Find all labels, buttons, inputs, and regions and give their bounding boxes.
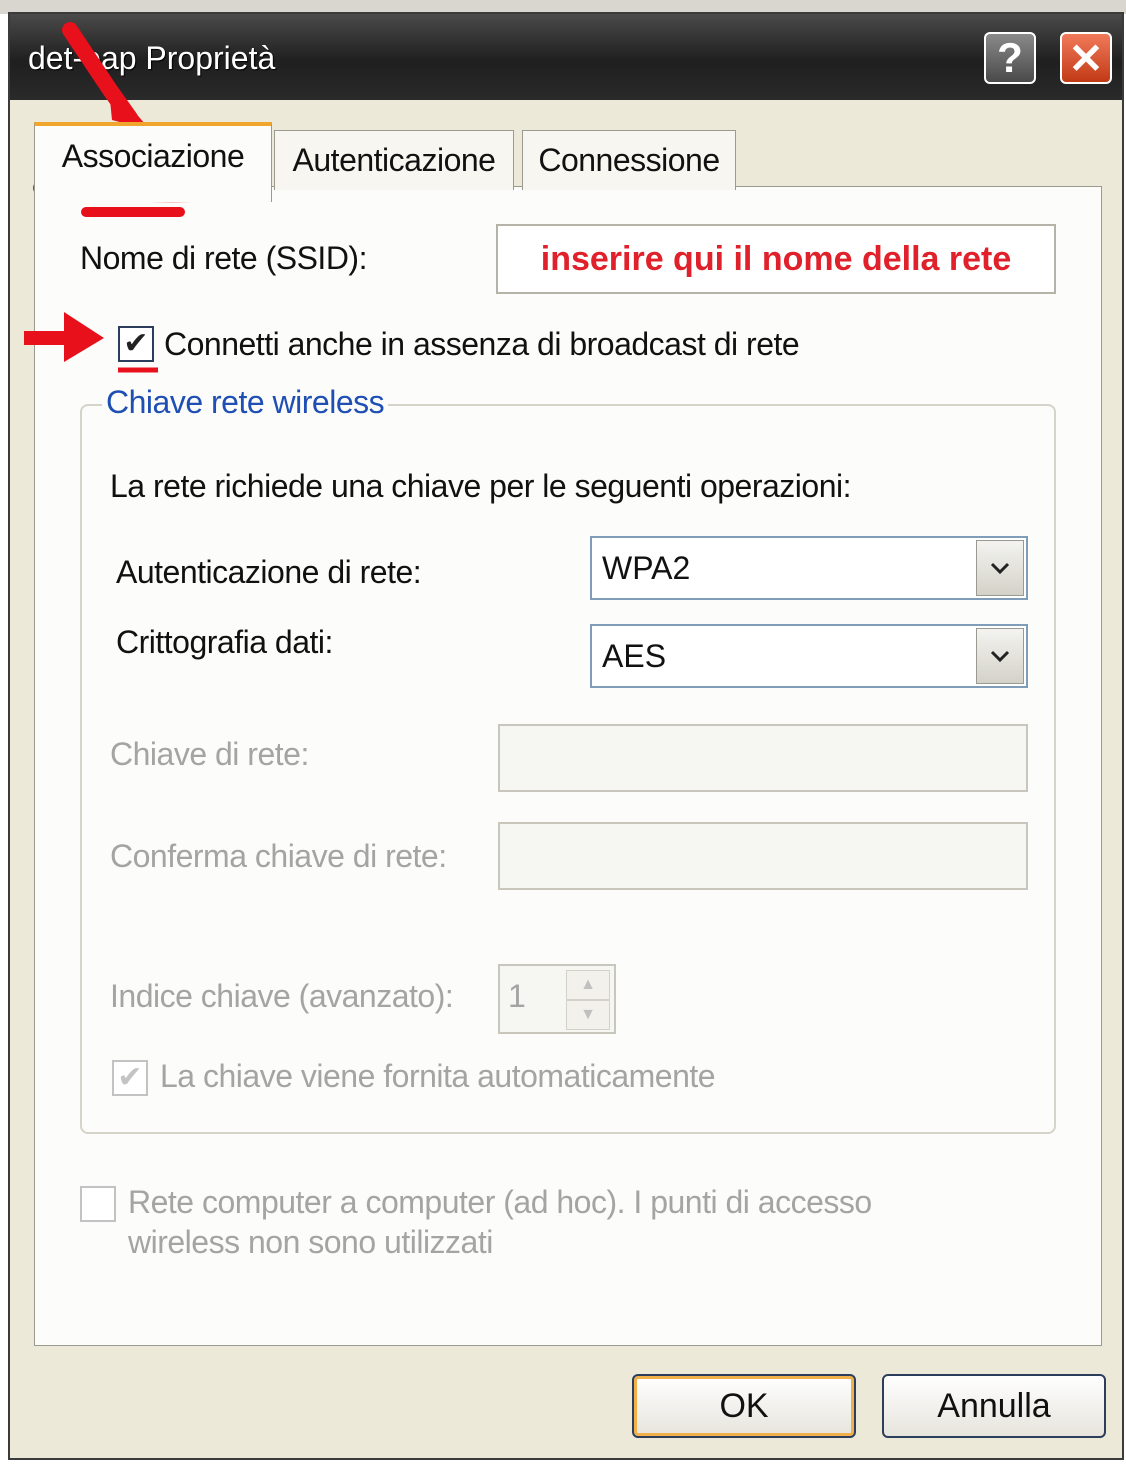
broadcast-checkbox[interactable]: ✔	[118, 326, 154, 362]
ssid-value: inserire qui il nome della rete	[540, 239, 1012, 278]
tab-autenticazione[interactable]: Autenticazione	[274, 130, 514, 190]
chevron-down-icon[interactable]	[976, 540, 1024, 596]
tab-connessione[interactable]: Connessione	[522, 130, 736, 190]
close-button[interactable]: ✕	[1060, 32, 1112, 84]
auth-select-value: WPA2	[602, 549, 691, 586]
auth-select[interactable]: WPA2	[590, 536, 1028, 600]
ssid-input[interactable]: inserire qui il nome della rete	[496, 224, 1056, 294]
check-icon: ✔	[123, 327, 149, 360]
wireless-key-group-title: Chiave rete wireless	[102, 384, 389, 421]
key-intro-text: La rete richiede una chiave per le segue…	[110, 468, 852, 504]
encryption-select[interactable]: AES	[590, 624, 1028, 688]
title-bar[interactable]: det-eap Proprietà ? ✕	[10, 14, 1122, 100]
help-button[interactable]: ?	[984, 32, 1036, 84]
check-icon: ✔	[117, 1061, 143, 1094]
network-key-input[interactable]	[498, 724, 1028, 792]
auth-label: Autenticazione di rete:	[116, 554, 422, 590]
key-index-label: Indice chiave (avanzato):	[110, 978, 454, 1014]
auto-key-checkbox[interactable]: ✔	[112, 1060, 148, 1096]
encryption-label: Crittografia dati:	[116, 624, 333, 660]
key-index-value: 1	[508, 978, 526, 1014]
encryption-select-value: AES	[602, 637, 667, 674]
cancel-button[interactable]: Annulla	[882, 1374, 1106, 1438]
confirm-key-input[interactable]	[498, 822, 1028, 890]
spin-down-icon[interactable]: ▼	[566, 1000, 610, 1030]
network-key-label: Chiave di rete:	[110, 736, 309, 772]
window-title: det-eap Proprietà	[28, 40, 276, 76]
ssid-label: Nome di rete (SSID):	[80, 240, 367, 276]
spin-up-icon[interactable]: ▲	[566, 970, 610, 1000]
confirm-key-label: Conferma chiave di rete:	[110, 838, 447, 874]
tab-associazione[interactable]: Associazione	[34, 122, 272, 202]
auto-key-label: La chiave viene fornita automaticamente	[160, 1058, 716, 1094]
key-index-stepper[interactable]: 1 ▲ ▼	[498, 964, 616, 1034]
adhoc-label-line2: wireless non sono utilizzati	[128, 1224, 493, 1260]
close-icon: ✕	[1068, 34, 1104, 82]
help-icon: ?	[997, 34, 1023, 81]
broadcast-checkbox-label[interactable]: Connetti anche in assenza di broadcast d…	[164, 326, 800, 363]
adhoc-checkbox[interactable]	[80, 1186, 116, 1222]
chevron-down-icon[interactable]	[976, 628, 1024, 684]
adhoc-label-line1: Rete computer a computer (ad hoc). I pun…	[128, 1184, 872, 1220]
properties-dialog: det-eap Proprietà ? ✕ Associazione Auten…	[8, 12, 1124, 1460]
ok-button[interactable]: OK	[632, 1374, 856, 1438]
